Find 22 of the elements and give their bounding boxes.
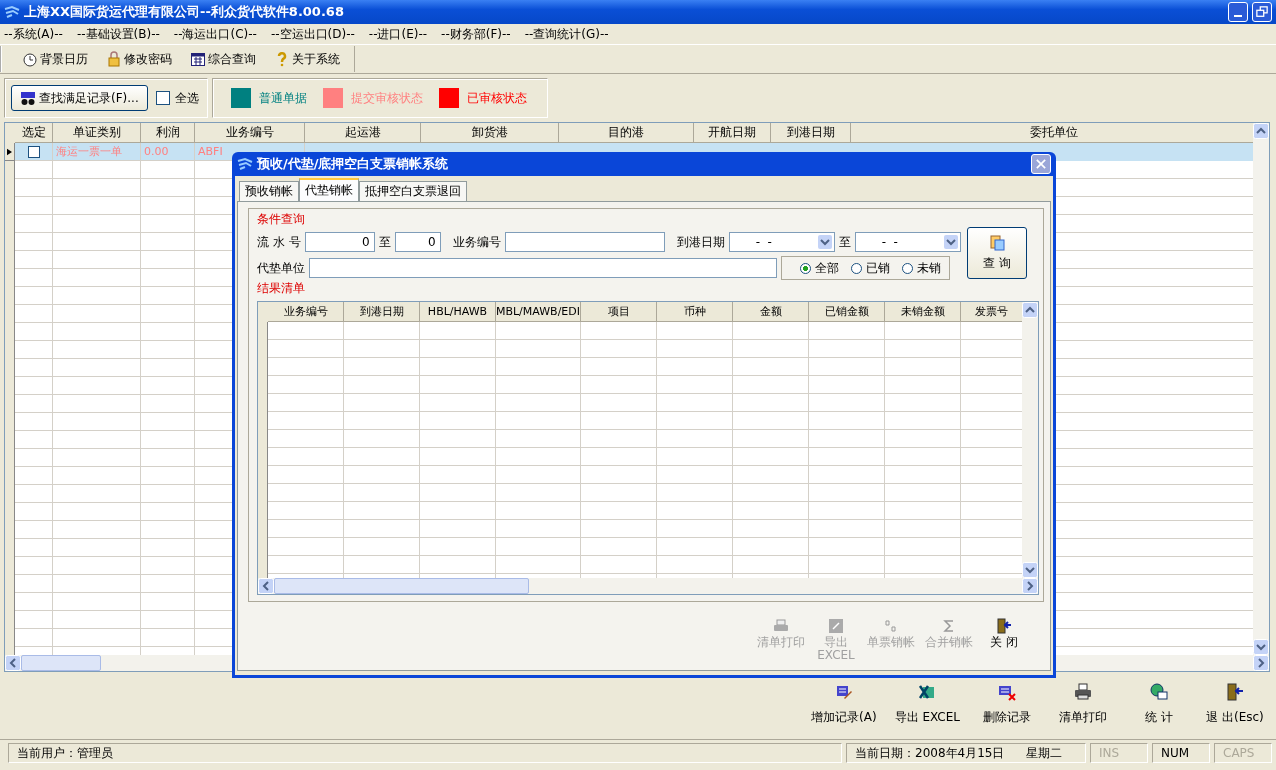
group-label: 条件查询 [257, 211, 305, 228]
field-label: 流 水 号 [257, 233, 301, 251]
field-label: 至 [838, 233, 851, 251]
group-label: 结果清单 [257, 280, 305, 297]
field-label: 到港日期 [676, 233, 725, 251]
field-label: 业务编号 [452, 233, 501, 251]
radio-label: 未销 [917, 259, 941, 277]
key-indicator: NUM [1152, 743, 1210, 763]
current-date-status: 当前日期：2008年4月15日 星期二 [846, 743, 1086, 763]
field-label: 至 [378, 233, 391, 251]
select-all-label: 全选 [174, 89, 199, 107]
legend-label: 已审核状态 [466, 89, 527, 107]
radio-label: 全部 [815, 259, 839, 277]
key-indicator: INS [1090, 743, 1148, 763]
radio-label: 已销 [866, 259, 890, 277]
field-label: 代垫单位 [257, 259, 305, 277]
weekday-status: 星期二 [1026, 744, 1063, 762]
key-indicator: CAPS [1214, 743, 1272, 763]
legend-label: 普通单据 [258, 89, 307, 107]
window-title: 上海XX国际货运代理有限公司--利众货代软件8.00.68 [24, 3, 344, 21]
current-user-status: 当前用户：管理员 [8, 743, 842, 763]
legend-label: 提交审核状态 [350, 89, 423, 107]
